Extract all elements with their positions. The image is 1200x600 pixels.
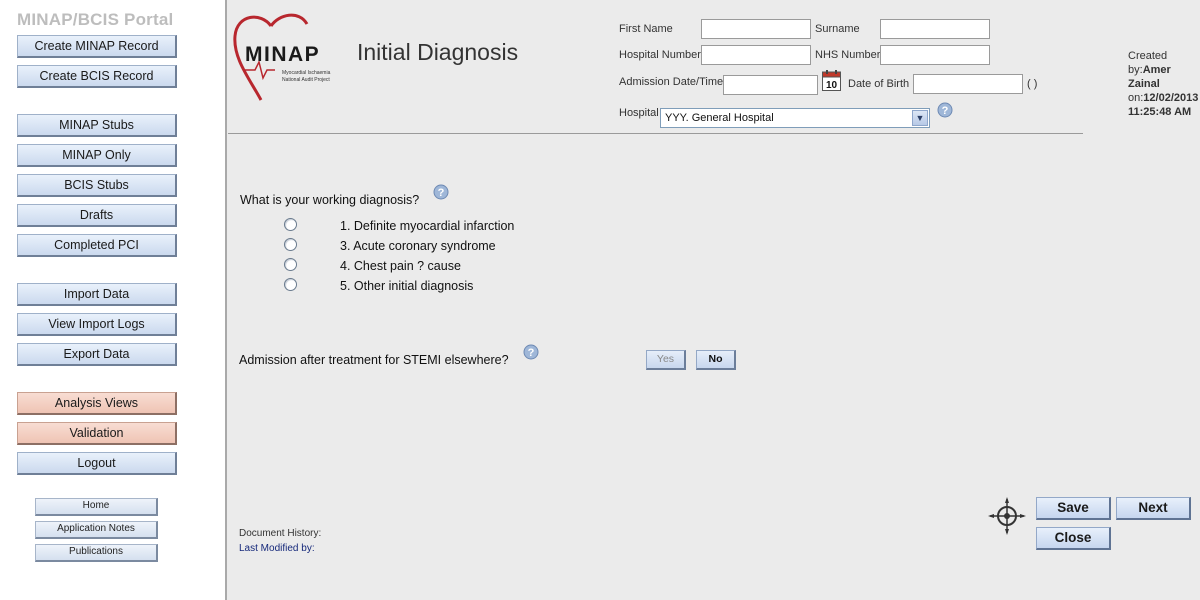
dob-age-suffix: ( ) xyxy=(1027,78,1038,90)
create-minap-record-button[interactable]: Create MINAP Record xyxy=(17,35,177,58)
logo-subtitle-2: National Audit Project xyxy=(282,77,330,83)
save-button[interactable]: Save xyxy=(1036,497,1111,520)
hospital-select-value: YYY. General Hospital xyxy=(665,112,774,124)
validation-button[interactable]: Validation xyxy=(17,422,177,445)
diagnosis-help-icon[interactable]: ? xyxy=(433,184,449,201)
completed-pci-button[interactable]: Completed PCI xyxy=(17,234,177,257)
admission-datetime-input[interactable] xyxy=(723,75,818,95)
last-modified-label: Last Modified by: xyxy=(239,543,315,554)
logo-subtitle-1: Myocardial Ischaemia xyxy=(282,70,331,76)
diagnosis-option-3: 3. Acute coronary syndrome xyxy=(340,239,496,253)
page-title: Initial Diagnosis xyxy=(357,39,519,65)
minap-only-button[interactable]: MINAP Only xyxy=(17,144,177,167)
created-by-last: Zainal xyxy=(1128,78,1160,90)
import-data-button[interactable]: Import Data xyxy=(17,283,177,306)
logout-button[interactable]: Logout xyxy=(17,452,177,475)
hospital-help-icon[interactable]: ? xyxy=(937,102,953,119)
hospital-number-label: Hospital Number xyxy=(619,49,701,61)
view-import-logs-button[interactable]: View Import Logs xyxy=(17,313,177,336)
calendar-icon[interactable]: 10 xyxy=(822,70,841,91)
diagnosis-question: What is your working diagnosis? xyxy=(240,193,420,207)
dob-input[interactable] xyxy=(913,74,1023,94)
svg-text:?: ? xyxy=(438,187,445,199)
stemi-no-button[interactable]: No xyxy=(696,350,736,370)
close-button[interactable]: Close xyxy=(1036,527,1111,550)
create-bcis-record-button[interactable]: Create BCIS Record xyxy=(17,65,177,88)
analysis-views-button[interactable]: Analysis Views xyxy=(17,392,177,415)
svg-text:?: ? xyxy=(528,347,535,359)
application-notes-button[interactable]: Application Notes xyxy=(35,521,158,539)
first-name-label: First Name xyxy=(619,23,673,35)
surname-label: Surname xyxy=(815,23,860,35)
dob-label: Date of Birth xyxy=(848,78,910,90)
heart-logo-icon: MINAP Myocardial Ischaemia National Audi… xyxy=(233,13,331,101)
created-info: Created by:Amer Zainal on:12/02/2013 11:… xyxy=(1128,49,1200,119)
first-name-input[interactable] xyxy=(701,19,811,39)
stemi-question: Admission after treatment for STEMI else… xyxy=(239,353,509,367)
created-on-label: on: xyxy=(1128,92,1144,104)
sidebar: MINAP/BCIS Portal Create MINAP Record Cr… xyxy=(0,0,227,600)
document-history-label: Document History: xyxy=(239,528,322,539)
minap-stubs-button[interactable]: MINAP Stubs xyxy=(17,114,177,137)
stemi-yes-button[interactable]: Yes xyxy=(646,350,686,370)
calendar-day: 10 xyxy=(826,80,838,91)
logo-wordmark: MINAP xyxy=(245,43,320,66)
nhs-number-input[interactable] xyxy=(880,45,990,65)
compass-icon[interactable] xyxy=(986,495,1028,537)
created-time: 11:25:48 AM xyxy=(1128,106,1192,118)
hospital-select[interactable]: YYY. General Hospital ▼ xyxy=(660,108,930,128)
diagnosis-option-4: 4. Chest pain ? cause xyxy=(340,259,461,273)
bcis-stubs-button[interactable]: BCIS Stubs xyxy=(17,174,177,197)
diagnosis-radio-5[interactable] xyxy=(284,278,297,291)
hospital-number-input[interactable] xyxy=(701,45,811,65)
export-data-button[interactable]: Export Data xyxy=(17,343,177,366)
header-divider xyxy=(228,133,1083,134)
publications-button[interactable]: Publications xyxy=(35,544,158,562)
nhs-number-label: NHS Number xyxy=(815,49,881,61)
admission-datetime-label: Admission Date/Time xyxy=(619,76,724,88)
portal-title: MINAP/BCIS Portal xyxy=(17,10,174,29)
surname-input[interactable] xyxy=(880,19,990,39)
hospital-label: Hospital xyxy=(619,107,659,119)
next-button[interactable]: Next xyxy=(1116,497,1191,520)
diagnosis-radio-4[interactable] xyxy=(284,258,297,271)
diagnosis-option-1: 1. Definite myocardial infarction xyxy=(340,219,515,233)
stemi-help-icon[interactable]: ? xyxy=(523,344,539,361)
svg-text:?: ? xyxy=(942,105,949,117)
created-by-first: Amer xyxy=(1142,64,1171,76)
diagnosis-radio-1[interactable] xyxy=(284,218,297,231)
diagnosis-radio-3[interactable] xyxy=(284,238,297,251)
home-link-button[interactable]: Home xyxy=(35,498,158,516)
chevron-down-icon[interactable]: ▼ xyxy=(912,110,928,126)
created-date: 12/02/2013 xyxy=(1143,92,1199,104)
diagnosis-option-5: 5. Other initial diagnosis xyxy=(340,279,474,293)
drafts-button[interactable]: Drafts xyxy=(17,204,177,227)
minap-logo: MINAP Myocardial Ischaemia National Audi… xyxy=(231,12,341,104)
